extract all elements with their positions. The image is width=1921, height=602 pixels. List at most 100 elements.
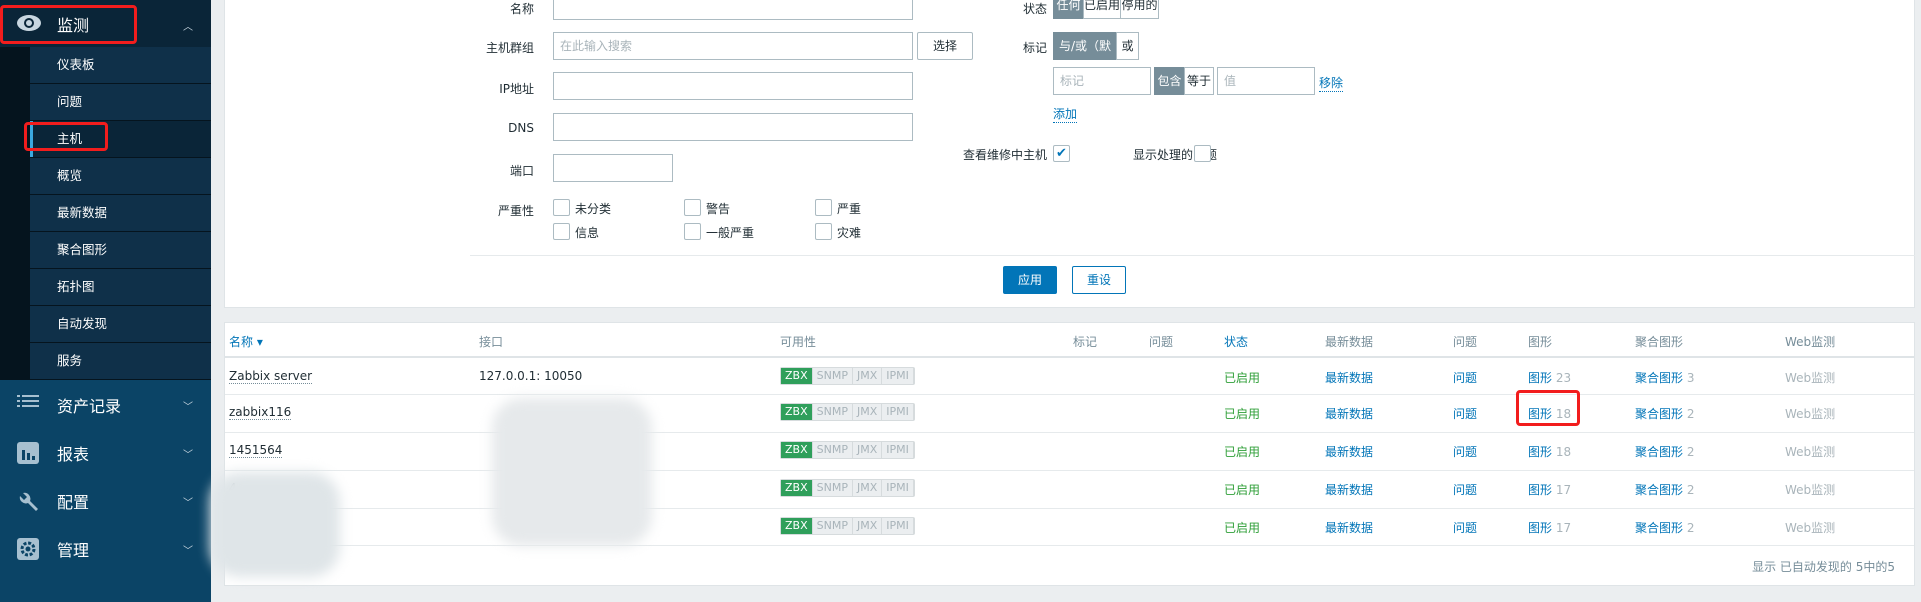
severity-label: 信息 — [575, 226, 600, 240]
tags-or[interactable]: 或 — [1116, 32, 1139, 60]
graphs-link[interactable]: 图形 17 — [1528, 519, 1571, 536]
name-input[interactable] — [553, 0, 913, 20]
sidebar-subitem[interactable]: 最新数据 — [30, 195, 211, 231]
add-tag-link[interactable]: 添加 — [1053, 105, 1078, 123]
sidebar-item[interactable]: 报表 ﹀ — [0, 428, 211, 476]
problems-link[interactable]: 问题 — [1453, 369, 1477, 386]
tag-input[interactable]: 标记 — [1053, 67, 1151, 95]
severity-checkbox[interactable] — [684, 223, 701, 240]
column-header: 问题 — [1149, 335, 1174, 349]
severity-checkbox[interactable] — [684, 199, 701, 216]
graphs-link[interactable]: 图形 17 — [1528, 481, 1571, 498]
sidebar-subitem[interactable]: 概览 — [30, 158, 211, 194]
latest-data-link[interactable]: 最新数据 — [1325, 519, 1373, 536]
screens-count: 2 — [1686, 407, 1695, 421]
screens-link-label: 聚合图形 — [1635, 445, 1684, 459]
port-label: 端口 — [509, 164, 534, 178]
status-disabled[interactable]: 停用的 — [1120, 0, 1159, 19]
problems-link[interactable]: 问题 — [1453, 443, 1477, 460]
status-enabled[interactable]: 已启用 — [1083, 0, 1121, 19]
graphs-link[interactable]: 图形 18 — [1528, 443, 1571, 460]
status-link[interactable]: 已启用 — [1224, 405, 1260, 422]
availability-ipmi: IPMI — [882, 404, 914, 420]
sidebar-item[interactable]: 配置 ﹀ — [0, 476, 211, 524]
graphs-link-label: 图形 — [1528, 521, 1553, 535]
sidebar-subitem[interactable]: 服务 — [30, 343, 211, 379]
hostgroup-input[interactable]: 在此输入搜索 — [553, 32, 913, 60]
dns-input[interactable] — [553, 113, 913, 141]
problems-link[interactable]: 问题 — [1453, 405, 1477, 422]
sidebar-subitem-label: 服务 — [57, 353, 83, 368]
availability-jmx: JMX — [852, 518, 883, 534]
sidebar-item-label: 管理 — [57, 541, 90, 560]
severity-checkbox[interactable] — [553, 199, 570, 216]
latest-data-link[interactable]: 最新数据 — [1325, 369, 1373, 386]
host-name-link[interactable]: Zabbix server — [229, 369, 313, 384]
availability-snmp: SNMP — [812, 368, 853, 384]
sidebar-item[interactable]: 资产记录 ﹀ — [0, 380, 211, 428]
sidebar-item[interactable]: 管理 ﹀ — [0, 524, 211, 572]
reset-button[interactable]: 重设 — [1072, 266, 1126, 294]
row-divider — [225, 508, 1914, 509]
status-link[interactable]: 已启用 — [1224, 369, 1260, 386]
graphs-count: 17 — [1555, 483, 1572, 497]
tags-andor[interactable]: 与/或（默认） — [1053, 32, 1117, 79]
host-name-link[interactable]: zabbix116 — [229, 405, 292, 420]
maintenance-checkbox[interactable]: ✔ — [1053, 145, 1070, 162]
sidebar-subitem-label: 最新数据 — [57, 205, 108, 220]
sidebar-subitem[interactable]: 聚合图形 — [30, 232, 211, 268]
screens-link[interactable]: 聚合图形 2 — [1635, 519, 1694, 536]
divider — [470, 255, 1915, 256]
web-monitoring: Web监测 — [1785, 407, 1836, 421]
screens-link-label: 聚合图形 — [1635, 521, 1684, 535]
sidebar-subitem[interactable]: 拓扑图 — [30, 269, 211, 305]
screens-link-label: 聚合图形 — [1635, 483, 1684, 497]
screens-count: 3 — [1686, 371, 1695, 385]
tag-op-equals[interactable]: 等于 — [1184, 67, 1214, 95]
list-icon — [17, 394, 39, 416]
interface: 127.0.0.1: 10050 — [479, 369, 583, 383]
screens-link[interactable]: 聚合图形 2 — [1635, 443, 1694, 460]
ip-input[interactable] — [553, 72, 913, 100]
graphs-count: 17 — [1555, 521, 1572, 535]
tag-value-input[interactable]: 值 — [1217, 67, 1315, 95]
latest-data-link[interactable]: 最新数据 — [1325, 405, 1373, 422]
annotation-box — [0, 5, 137, 44]
problems-link[interactable]: 问题 — [1453, 519, 1477, 536]
column-header: Web监测 — [1785, 335, 1836, 349]
latest-data-link[interactable]: 最新数据 — [1325, 443, 1373, 460]
latest-data-link[interactable]: 最新数据 — [1325, 481, 1373, 498]
screens-count: 2 — [1686, 483, 1695, 497]
status-link[interactable]: 已启用 — [1224, 481, 1260, 498]
column-header[interactable]: 状态 — [1224, 333, 1248, 350]
availability-snmp: SNMP — [812, 480, 853, 496]
screens-link[interactable]: 聚合图形 2 — [1635, 481, 1694, 498]
host-name-link[interactable]: 1451564 — [229, 443, 283, 458]
availability-zbx: ZBX — [781, 442, 813, 458]
column-header: 最新数据 — [1325, 335, 1374, 349]
sidebar-subitem[interactable]: 仪表板 — [30, 47, 211, 83]
sidebar-item-label: 资产记录 — [57, 397, 122, 416]
suppressed-checkbox[interactable] — [1194, 145, 1211, 162]
column-header: 图形 — [1528, 335, 1553, 349]
problems-link[interactable]: 问题 — [1453, 481, 1477, 498]
remove-tag-link[interactable]: 移除 — [1319, 74, 1344, 92]
port-input[interactable] — [553, 154, 673, 182]
severity-checkbox[interactable] — [815, 223, 832, 240]
status-link[interactable]: 已启用 — [1224, 519, 1260, 536]
apply-button[interactable]: 应用 — [1003, 266, 1057, 294]
screens-link[interactable]: 聚合图形 2 — [1635, 405, 1694, 422]
column-header: 标记 — [1073, 335, 1098, 349]
screens-link-label: 聚合图形 — [1635, 371, 1684, 385]
tag-op-contains[interactable]: 包含 — [1154, 67, 1185, 95]
sidebar-subitem[interactable]: 自动发现 — [30, 306, 211, 342]
severity-checkbox[interactable] — [815, 199, 832, 216]
status-link[interactable]: 已启用 — [1224, 443, 1260, 460]
annotation-box — [1516, 390, 1580, 426]
status-any[interactable]: 任何 — [1053, 0, 1084, 19]
severity-checkbox[interactable] — [553, 223, 570, 240]
graphs-link[interactable]: 图形 23 — [1528, 369, 1571, 386]
column-header[interactable]: 名称 ▾ — [229, 333, 263, 350]
sidebar-subitem[interactable]: 问题 — [30, 84, 211, 120]
screens-link[interactable]: 聚合图形 3 — [1635, 369, 1694, 386]
